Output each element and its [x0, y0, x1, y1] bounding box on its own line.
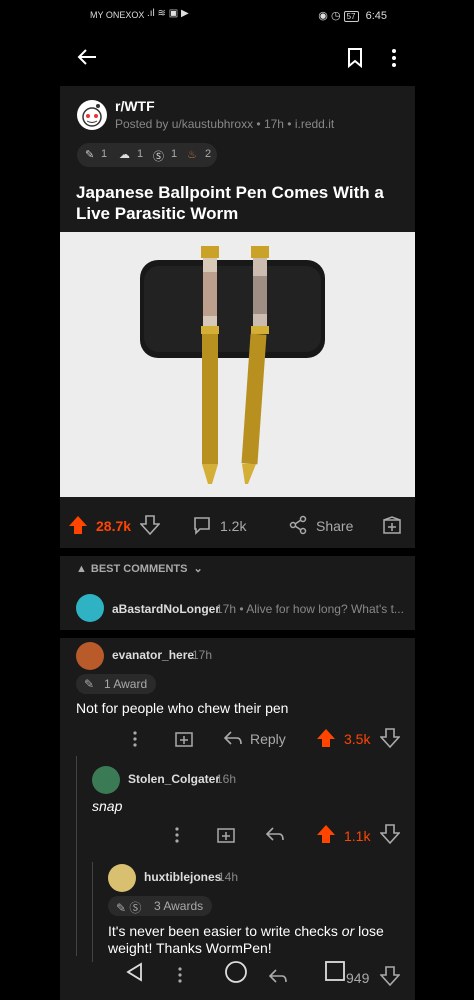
reply-button[interactable]: Reply	[250, 731, 286, 747]
subreddit-name[interactable]: r/WTF	[115, 98, 155, 114]
navigation-bar: 949	[60, 950, 415, 1000]
award-2-icon: ☁	[119, 149, 130, 161]
vote-count: 3.5k	[344, 731, 371, 747]
post-actions: 28.7k 1.2k Share	[60, 505, 415, 545]
award-3-icon: Ⓢ	[153, 151, 164, 163]
upvote-count: 28.7k	[96, 518, 132, 534]
battery-icon: 57	[343, 11, 359, 22]
comment-time: 14h	[218, 870, 239, 884]
avatar	[76, 642, 104, 670]
comment-bubble-icon[interactable]	[192, 515, 212, 535]
status-right: ◉ ◷ 57 6:45	[318, 9, 387, 22]
upvote-arrow-icon[interactable]	[316, 728, 336, 748]
nav-recents-icon[interactable]	[324, 960, 346, 982]
award-icon: ✎ Ⓢ	[116, 901, 142, 915]
nav-back-icon[interactable]	[125, 962, 145, 982]
chevron-down-icon: ⌄	[193, 563, 203, 575]
award-4-icon: ♨	[187, 149, 197, 161]
award-label: 3 Awards	[154, 899, 204, 913]
collapsed-comment[interactable]: aBastardNoLonger 17h • Alive for how lon…	[60, 590, 415, 628]
post-meta[interactable]: Posted by u/kaustubhroxx • 17h • i.redd.…	[115, 117, 334, 131]
comment-author[interactable]: aBastardNoLonger	[112, 602, 220, 616]
award-count: 2	[205, 148, 212, 160]
comment-body: Not for people who chew their pen	[76, 700, 289, 716]
thread-line[interactable]	[76, 756, 77, 956]
comment-author[interactable]: Stolen_Colgater	[128, 772, 220, 786]
reply-arrow-icon[interactable]	[268, 966, 288, 986]
post-image[interactable]	[60, 232, 415, 497]
award-count: 1	[171, 148, 178, 160]
comment-time: 16h	[216, 772, 237, 786]
upvote-arrow-icon[interactable]	[316, 824, 336, 844]
award-count: 1	[137, 148, 144, 160]
comment-body: snap	[92, 798, 123, 814]
comment-preview: 17h • Alive for how long? What's t...	[216, 602, 404, 616]
thread-line[interactable]	[92, 862, 93, 962]
more-options-icon[interactable]	[177, 966, 183, 984]
comment-text-a: It's never been easier to write checks	[108, 923, 342, 939]
downvote-arrow-icon[interactable]	[380, 728, 400, 748]
award-icon: ✎	[84, 677, 95, 691]
comment-time: 17h	[192, 648, 213, 662]
eye-icon: ◉ ◷	[318, 10, 344, 22]
upvote-arrow-icon[interactable]	[68, 515, 88, 535]
downvote-arrow-icon[interactable]	[380, 824, 400, 844]
more-options-icon[interactable]	[132, 730, 138, 748]
comment-count[interactable]: 1.2k	[220, 518, 246, 534]
awards-row[interactable]: ✎ 1 ☁ 1 Ⓢ 1 ♨ 2	[77, 143, 217, 167]
bookmark-icon[interactable]	[347, 48, 363, 68]
rocket-icon: ▲	[76, 563, 87, 575]
share-icon[interactable]	[288, 515, 308, 535]
give-award-icon[interactable]	[174, 728, 194, 748]
reddit-alien-icon	[82, 104, 102, 127]
subreddit-avatar[interactable]	[77, 100, 107, 130]
award-pill[interactable]: ✎ 1 Award	[76, 674, 156, 694]
reply-arrow-icon[interactable]	[223, 728, 243, 748]
sort-label: BEST COMMENTS	[90, 563, 188, 575]
award-label: 1 Award	[104, 677, 148, 691]
award-pill[interactable]: ✎ Ⓢ 3 Awards	[108, 896, 212, 916]
status-bar: MY ONEXOX .ıl ≋ ▣ ▶ ◉ ◷ 57 6:45	[60, 0, 415, 30]
share-label[interactable]: Share	[316, 518, 353, 534]
more-options-icon[interactable]	[390, 48, 398, 68]
avatar	[76, 594, 104, 622]
downvote-arrow-icon[interactable]	[380, 966, 400, 986]
comment-thread: evanator_here 17h ✎ 1 Award Not for peop…	[60, 638, 415, 962]
comment-text-emphasis: or	[341, 923, 355, 939]
top-bar	[60, 30, 415, 86]
more-options-icon[interactable]	[174, 826, 180, 844]
award-1-icon: ✎	[85, 149, 95, 161]
app-screen: MY ONEXOX .ıl ≋ ▣ ▶ ◉ ◷ 57 6:45 r/WTF Po…	[60, 0, 415, 1000]
post-title[interactable]: Japanese Ballpoint Pen Comes With a Live…	[76, 182, 396, 224]
divider	[60, 630, 415, 638]
award-count: 1	[101, 148, 108, 160]
clock-time: 6:45	[365, 10, 387, 22]
give-award-icon[interactable]	[216, 824, 236, 844]
back-arrow-icon[interactable]	[76, 46, 98, 68]
downvote-arrow-icon[interactable]	[140, 515, 160, 535]
reply-arrow-icon[interactable]	[265, 824, 285, 844]
comment-sort-button[interactable]: ▲ BEST COMMENTS ⌄	[76, 562, 203, 575]
avatar	[92, 766, 120, 794]
avatar	[108, 864, 136, 892]
carrier-label: MY ONEXOX	[90, 10, 145, 20]
vote-count: 949	[346, 970, 370, 986]
give-award-icon[interactable]	[382, 515, 402, 535]
vote-count: 1.1k	[344, 828, 371, 844]
signal-icon: .ıl ≋ ▣ ▶	[147, 8, 189, 19]
divider	[60, 548, 415, 556]
comment-author[interactable]: huxtiblejones	[144, 870, 221, 884]
nav-home-icon[interactable]	[224, 960, 248, 984]
comment-author[interactable]: evanator_here	[112, 648, 194, 662]
